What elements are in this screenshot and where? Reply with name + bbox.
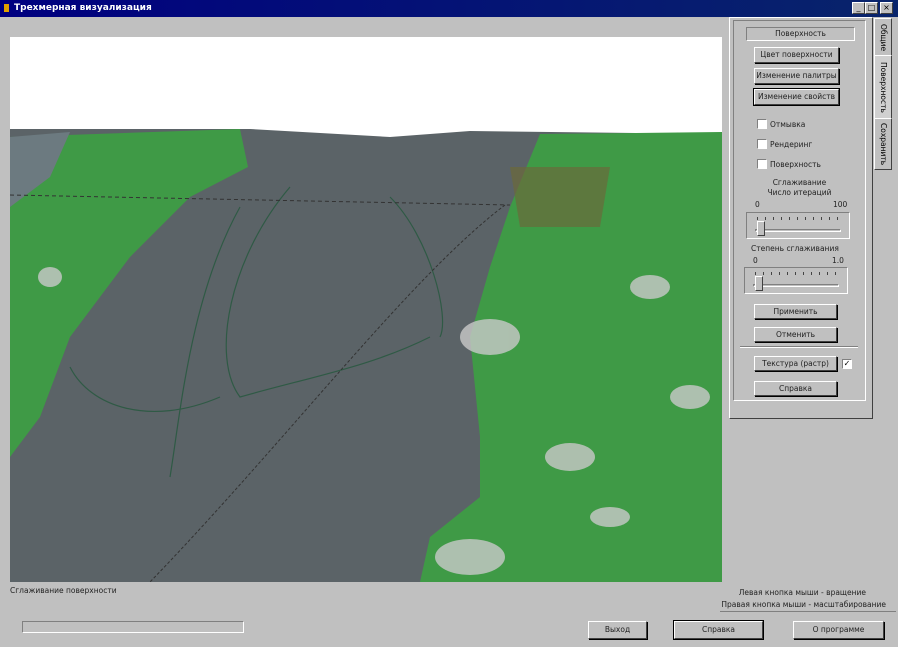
- degree-max: 1.0: [832, 256, 844, 265]
- maximize-button[interactable]: □: [865, 2, 878, 14]
- rendering-label: Рендеринг: [770, 140, 813, 149]
- iterations-label: Число итераций: [767, 188, 832, 197]
- slider-track: [753, 284, 839, 287]
- tab-surface[interactable]: Поверхность: [874, 55, 892, 119]
- slider-ticks: [755, 272, 837, 275]
- hint-zoom: Правая кнопка мыши - масштабирование: [721, 600, 886, 609]
- 3d-viewport[interactable]: [10, 37, 722, 582]
- panel-help-button[interactable]: Справка: [754, 381, 837, 396]
- olive-patch: [510, 167, 610, 227]
- tab-save[interactable]: Сохранить: [874, 118, 892, 170]
- slider-thumb[interactable]: [755, 276, 764, 291]
- iterations-min: 0: [755, 200, 760, 209]
- degree-min: 0: [753, 256, 758, 265]
- minimize-button[interactable]: _: [852, 2, 865, 14]
- divider: [740, 346, 858, 348]
- app-icon: [4, 4, 9, 12]
- surface-label: Поверхность: [770, 160, 821, 169]
- tab-general[interactable]: Общие: [874, 18, 892, 58]
- iterations-max: 100: [833, 200, 848, 209]
- checkmark-icon: ✓: [843, 359, 851, 368]
- degree-slider[interactable]: [744, 267, 848, 294]
- texture-button[interactable]: Текстура (растр): [754, 356, 837, 371]
- slider-track: [755, 229, 841, 232]
- shading-label: Отмывка: [770, 120, 806, 129]
- hint-rotate: Левая кнопка мыши - вращение: [738, 588, 866, 597]
- surface-color-button[interactable]: Цвет поверхности: [754, 47, 839, 63]
- properties-button[interactable]: Изменение свойств: [753, 88, 840, 106]
- title-bar: Трехмерная визуализация: [0, 0, 898, 17]
- slider-thumb[interactable]: [757, 221, 766, 236]
- status-divider: [720, 611, 896, 612]
- panel-header: Поверхность: [746, 27, 855, 41]
- help-button[interactable]: Справка: [673, 620, 764, 640]
- exit-button[interactable]: Выход: [588, 621, 647, 639]
- palette-button[interactable]: Изменение палитры: [754, 68, 839, 84]
- texture-checkbox[interactable]: ✓: [842, 359, 852, 369]
- rendering-checkbox[interactable]: [757, 139, 767, 149]
- about-button[interactable]: О программе: [793, 621, 884, 639]
- degree-label: Степень сглаживания: [751, 244, 839, 253]
- close-button[interactable]: ×: [880, 2, 893, 14]
- status-text: Сглаживание поверхности: [10, 586, 117, 595]
- iterations-slider[interactable]: [746, 212, 850, 239]
- apply-button[interactable]: Применить: [754, 304, 837, 319]
- window-title: Трехмерная визуализация: [14, 3, 152, 13]
- cancel-button[interactable]: Отменить: [754, 327, 837, 342]
- shading-checkbox[interactable]: [757, 119, 767, 129]
- progress-bar: [22, 621, 244, 633]
- smoothing-title: Сглаживание: [772, 178, 827, 187]
- surface-checkbox[interactable]: [757, 159, 767, 169]
- slider-ticks: [757, 217, 839, 220]
